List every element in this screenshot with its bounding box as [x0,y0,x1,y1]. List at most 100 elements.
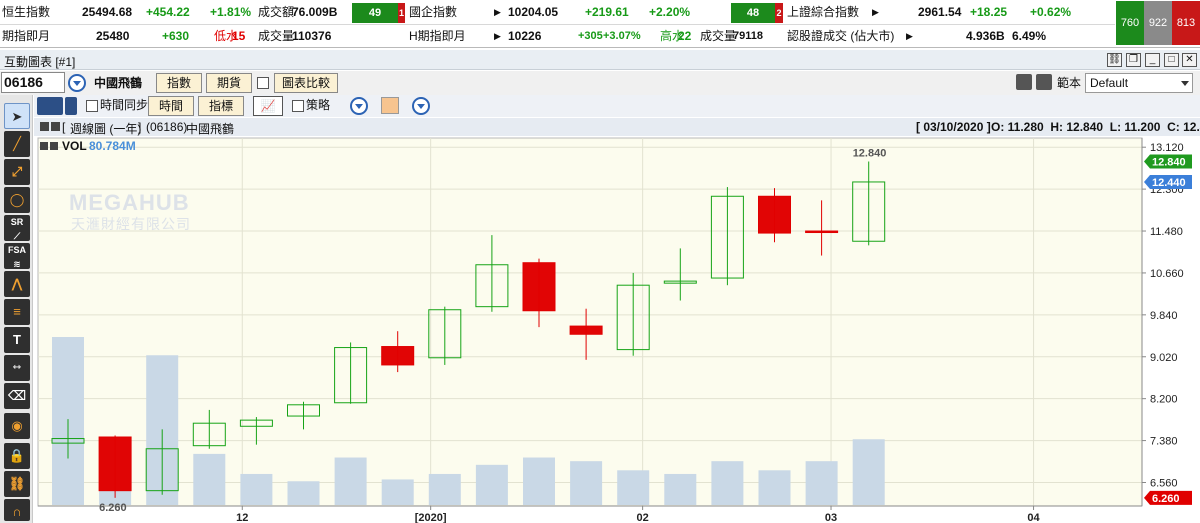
ray-tool-icon[interactable]: ⤢ [4,159,30,185]
indicator-button[interactable]: 指標 [198,96,244,116]
volume-bar [287,481,320,505]
volume-bar [381,479,414,505]
volume-bar [711,461,744,505]
color-swatch[interactable] [381,97,399,114]
minimize-icon[interactable]: _ [1145,53,1160,67]
chart-panel[interactable]: 13.120 12.300 11.480 10.660 9.840 9.020 8.200 7… [34,118,1200,523]
hsi-futures-name[interactable]: 期指即月 [2,25,50,47]
ticker-row-1: 恒生指數 25494.68 +454.22 +1.81% 成交額 76.009B… [0,1,1115,24]
eraser-icon[interactable]: ⌫ [4,383,30,409]
strategy-dropdown-button[interactable] [350,97,368,115]
window-titlebar: 互動圖表 [#1] ⛓ ❐ _ □ ✕ [0,50,1200,70]
magnet-icon[interactable]: ∩ [4,499,30,521]
hscei-futures-value: 10226 [508,29,542,43]
compare-checkbox[interactable] [257,77,269,89]
volume-bar [664,473,697,505]
close-icon[interactable] [50,142,58,150]
gear-icon[interactable] [40,122,49,131]
y-tick-label: 10.660 [1150,268,1184,280]
hsi-futures-vol: 110376 [292,29,332,43]
fan-tool-icon[interactable]: ⋀ [4,271,30,297]
y-tick-label: 7.380 [1150,436,1178,448]
ellipse-tool-icon[interactable]: ◯ [4,187,30,213]
time-button[interactable]: 時間 [148,96,194,116]
warrant-turnover-value: 4.936B [966,29,1005,43]
close-icon[interactable]: ✕ [1182,53,1197,67]
chevron-down-icon [1181,81,1189,86]
hsi-decliners: 1 [398,3,405,23]
fsa-tool-icon[interactable]: FSA ≋ [4,243,30,269]
high-label: 12.840 [853,148,887,160]
edit-icon[interactable] [51,122,60,131]
pointer-icon[interactable]: ➤ [4,103,30,129]
hscei-name[interactable]: 國企指數 [409,1,457,23]
maximize-icon[interactable]: □ [1164,53,1179,67]
volume-bar [852,439,885,505]
hsi-name[interactable]: 恒生指數 [2,1,50,23]
y-tick-label: 6.560 [1150,477,1178,489]
hscei-futures-change: +305 [578,30,603,42]
code-dropdown-button[interactable] [68,74,86,92]
window-title: 互動圖表 [#1] [4,55,76,69]
hide-icon[interactable]: ◉ [4,413,30,439]
hscei-advancers: 48 [731,3,775,23]
chevron-down-icon[interactable] [65,97,77,115]
volume-bar [758,470,791,505]
x-tick-label: 03 [825,512,837,523]
warrant-turnover-pct: 6.49% [1012,29,1047,43]
candlestick-chart[interactable]: 13.12012.30011.48010.6609.8409.0208.2007… [34,118,1200,523]
lock-icon[interactable]: 🔒 [4,443,30,469]
y-tick-label: 9.840 [1150,310,1178,322]
sr-tool-icon[interactable]: SR ⟋ [4,215,30,241]
theme-select[interactable]: Default [1085,73,1193,93]
gear-icon[interactable] [40,142,48,150]
strategy-label: 策略 [306,98,331,112]
x-tick-label: 12 [236,512,248,523]
hscei-futures-pct: +3.07% [603,30,641,42]
play-icon: ▶ [494,7,501,17]
print-icon[interactable] [1036,74,1052,90]
sse-pct: +0.62% [1030,5,1072,19]
warrant-turnover-name[interactable]: 認股證成交 (佔大市) [787,25,894,47]
restore-icon[interactable]: ❐ [1126,53,1141,67]
hscei-futures-name[interactable]: H期指即月 [409,25,466,47]
plot-area[interactable] [37,137,1143,507]
low-price-tag: 6.260 [1152,493,1180,505]
y-tick-label: 8.200 [1150,394,1178,406]
ticker-row-2: 期指即月 25480 +630 低水 15 成交量 110376 H期指即月 ▶… [0,24,1115,47]
volume-label: VOL [62,139,87,153]
stock-code-input[interactable]: 06186 [1,72,65,93]
save-icon[interactable] [1016,74,1032,90]
compare-button[interactable]: 圖表比較 [274,73,338,93]
candle-body [381,346,415,366]
tape-tool-icon[interactable]: ⇿ [4,355,30,381]
y-tick-label: 13.120 [1150,142,1184,154]
x-tick-label: 02 [636,512,648,523]
sse-change: +18.25 [970,5,1008,19]
link-icon[interactable]: ⛓ [1107,53,1122,67]
line-chart-icon[interactable]: 📈 [253,96,283,116]
chart-title-close: ] [138,120,142,134]
line-tool-icon[interactable]: ╱ [4,131,30,157]
hsi-futures-value: 25480 [96,29,130,43]
hscei-value: 10204.05 [508,5,559,19]
color-dropdown-button[interactable] [412,97,430,115]
y-tick-label: 9.020 [1150,352,1178,364]
candle-style-icon[interactable] [37,97,63,115]
futures-button[interactable]: 期貨 [206,73,252,93]
play-icon: ▶ [872,7,879,17]
sse-name[interactable]: 上證綜合指數 [787,1,859,23]
text-tool-icon[interactable]: T [4,327,30,353]
strategy-checkbox[interactable] [292,100,304,112]
stock-name: 中國飛鶴 [94,76,143,90]
index-button[interactable]: 指數 [156,73,202,93]
hscei-futures-vol-label: 成交量 [700,29,737,43]
theme-value: Default [1090,76,1129,90]
fibonacci-tool-icon[interactable]: ≡ [4,299,30,325]
candle-body [569,325,603,335]
hsi-futures-change: +630 [162,29,190,43]
hsi-futures-vol-label: 成交量 [258,29,295,43]
time-sync-checkbox[interactable] [86,100,98,112]
volume-bar [523,457,555,505]
link-icon[interactable]: ⛓ [4,471,30,497]
